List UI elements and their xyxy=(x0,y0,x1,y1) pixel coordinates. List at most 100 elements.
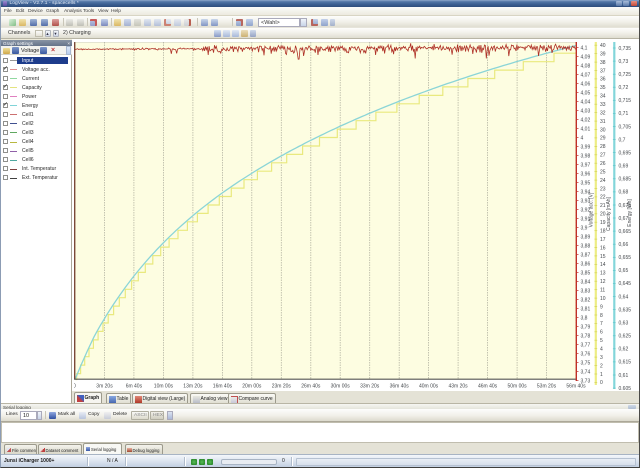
svg-text:0,725: 0,725 xyxy=(619,72,632,78)
svg-text:33: 33 xyxy=(600,102,606,108)
svg-text:32: 32 xyxy=(600,110,606,116)
svg-text:15: 15 xyxy=(600,254,606,260)
svg-text:6: 6 xyxy=(600,330,603,336)
svg-text:12: 12 xyxy=(600,279,606,285)
svg-text:37: 37 xyxy=(600,68,606,74)
svg-text:10: 10 xyxy=(600,296,606,302)
svg-text:30: 30 xyxy=(600,127,606,133)
svg-text:4: 4 xyxy=(600,347,603,353)
svg-text:38: 38 xyxy=(600,60,606,66)
svg-text:3,79: 3,79 xyxy=(581,324,591,330)
svg-text:36: 36 xyxy=(600,77,606,83)
svg-text:0,61: 0,61 xyxy=(619,373,629,379)
svg-text:35: 35 xyxy=(600,85,606,91)
svg-text:40: 40 xyxy=(600,43,606,49)
svg-text:5: 5 xyxy=(600,338,603,344)
svg-text:26: 26 xyxy=(600,161,606,167)
svg-text:26m 40s: 26m 40s xyxy=(301,384,321,390)
svg-text:0,64: 0,64 xyxy=(619,294,629,300)
svg-text:0,635: 0,635 xyxy=(619,307,632,313)
svg-text:3: 3 xyxy=(600,355,603,361)
svg-text:3,86: 3,86 xyxy=(581,261,591,267)
svg-text:0,65: 0,65 xyxy=(619,268,629,274)
svg-text:4,03: 4,03 xyxy=(581,108,591,114)
svg-text:4,09: 4,09 xyxy=(581,54,591,60)
svg-text:0,695: 0,695 xyxy=(619,150,632,156)
svg-text:4,04: 4,04 xyxy=(581,99,591,105)
svg-text:4,08: 4,08 xyxy=(581,63,591,69)
svg-text:4,01: 4,01 xyxy=(581,126,591,132)
svg-text:13: 13 xyxy=(600,271,606,277)
svg-text:29: 29 xyxy=(600,136,606,142)
svg-text:3,88: 3,88 xyxy=(581,243,591,249)
svg-text:28: 28 xyxy=(600,144,606,150)
svg-text:3,77: 3,77 xyxy=(581,342,591,348)
svg-text:33m 20s: 33m 20s xyxy=(360,384,380,390)
svg-text:43m 20s: 43m 20s xyxy=(449,384,469,390)
svg-text:0: 0 xyxy=(74,384,76,390)
svg-text:3,76: 3,76 xyxy=(581,351,591,357)
svg-text:0: 0 xyxy=(600,380,603,386)
svg-text:50m 00s: 50m 00s xyxy=(508,384,528,390)
svg-text:25: 25 xyxy=(600,169,606,175)
svg-text:3,83: 3,83 xyxy=(581,288,591,294)
svg-text:4,05: 4,05 xyxy=(581,90,591,96)
svg-text:4,06: 4,06 xyxy=(581,81,591,87)
svg-text:4,02: 4,02 xyxy=(581,117,591,123)
svg-text:0,715: 0,715 xyxy=(619,98,632,104)
svg-text:3,74: 3,74 xyxy=(581,369,591,375)
svg-text:39: 39 xyxy=(600,51,606,57)
svg-text:3,81: 3,81 xyxy=(581,306,591,312)
svg-text:3,82: 3,82 xyxy=(581,297,591,303)
svg-text:0,735: 0,735 xyxy=(619,46,632,52)
svg-text:40m 00s: 40m 00s xyxy=(419,384,439,390)
svg-text:0,68: 0,68 xyxy=(619,190,629,196)
svg-text:56m 40s: 56m 40s xyxy=(566,384,586,390)
svg-text:0,66: 0,66 xyxy=(619,242,629,248)
svg-text:8: 8 xyxy=(600,313,603,319)
svg-text:1: 1 xyxy=(600,372,603,378)
svg-text:3,89: 3,89 xyxy=(581,234,591,240)
svg-text:0,685: 0,685 xyxy=(619,177,632,183)
svg-text:3,9: 3,9 xyxy=(581,225,588,231)
svg-text:3,84: 3,84 xyxy=(581,279,591,285)
svg-text:2: 2 xyxy=(600,363,603,369)
svg-text:16: 16 xyxy=(600,245,606,251)
svg-text:0,615: 0,615 xyxy=(619,360,632,366)
svg-text:4,1: 4,1 xyxy=(581,45,588,51)
svg-text:14: 14 xyxy=(600,262,606,268)
svg-text:3,75: 3,75 xyxy=(581,360,591,366)
svg-text:46m 40s: 46m 40s xyxy=(478,384,498,390)
svg-text:0,63: 0,63 xyxy=(619,321,629,327)
svg-text:34: 34 xyxy=(600,94,606,100)
svg-text:Voltage acc. [V]: Voltage acc. [V] xyxy=(589,192,595,227)
svg-text:3,85: 3,85 xyxy=(581,270,591,276)
svg-text:0,645: 0,645 xyxy=(619,281,632,287)
svg-text:20m 00s: 20m 00s xyxy=(242,384,262,390)
svg-text:3,96: 3,96 xyxy=(581,171,591,177)
svg-text:3,97: 3,97 xyxy=(581,162,591,168)
svg-text:53m 20s: 53m 20s xyxy=(537,384,557,390)
svg-text:0,7: 0,7 xyxy=(619,137,626,143)
svg-text:0,625: 0,625 xyxy=(619,334,632,340)
svg-text:7: 7 xyxy=(600,321,603,327)
svg-text:0,69: 0,69 xyxy=(619,164,629,170)
svg-text:13m 20s: 13m 20s xyxy=(183,384,203,390)
svg-text:0,72: 0,72 xyxy=(619,85,629,91)
svg-text:3,99: 3,99 xyxy=(581,144,591,150)
svg-text:24: 24 xyxy=(600,178,606,184)
svg-text:Capacity [mAh]: Capacity [mAh] xyxy=(606,196,612,231)
svg-text:0,71: 0,71 xyxy=(619,111,629,117)
svg-text:11: 11 xyxy=(600,288,605,294)
svg-text:3,87: 3,87 xyxy=(581,252,591,258)
svg-text:23m 20s: 23m 20s xyxy=(272,384,292,390)
svg-text:4,07: 4,07 xyxy=(581,72,591,78)
svg-text:3,95: 3,95 xyxy=(581,180,591,186)
svg-text:23: 23 xyxy=(600,186,606,192)
svg-text:36m 40s: 36m 40s xyxy=(390,384,410,390)
svg-text:3,98: 3,98 xyxy=(581,153,591,159)
svg-text:3m 20s: 3m 20s xyxy=(96,384,113,390)
svg-text:Energy [Wh]: Energy [Wh] xyxy=(627,199,633,227)
svg-text:27: 27 xyxy=(600,153,606,159)
svg-text:4: 4 xyxy=(581,135,584,141)
